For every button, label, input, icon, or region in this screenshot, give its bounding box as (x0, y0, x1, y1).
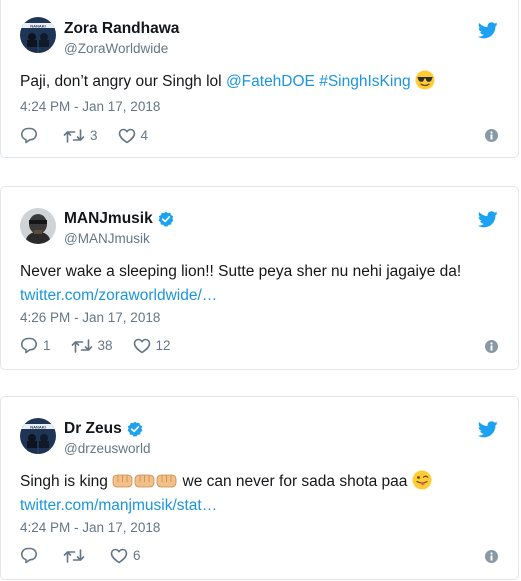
tweet-timestamp[interactable]: 4:24 PM - Jan 17, 2018 (20, 99, 160, 114)
tweet-timestamp[interactable]: 4:24 PM - Jan 17, 2018 (20, 520, 160, 535)
reply-icon (21, 337, 37, 354)
display-name-text[interactable]: Zora Randhawa (64, 20, 179, 38)
twitter-bird-icon[interactable] (478, 22, 498, 39)
twitter-bird-icon[interactable] (478, 421, 498, 438)
avatar[interactable]: NANAKI (20, 17, 56, 53)
reply-count: 1 (43, 338, 51, 353)
reply-button[interactable] (20, 127, 43, 144)
avatar[interactable]: NANAKI (20, 418, 56, 454)
verified-badge-icon (158, 211, 174, 227)
info-icon[interactable] (485, 129, 498, 142)
avatar[interactable] (20, 208, 56, 244)
tweet-link[interactable]: twitter.com/manjmusik/stat… (20, 494, 498, 518)
like-count: 12 (155, 338, 171, 353)
winking-tongue-emoji-icon (412, 470, 432, 490)
like-button[interactable]: 4 (118, 128, 149, 144)
tweet-text-line: Singh is king we can never for sada shot… (20, 470, 498, 494)
retweet-icon (71, 338, 92, 353)
tweet-text-after: we can never for sada shota paa (182, 473, 408, 490)
display-name[interactable]: MANJmusik (64, 210, 174, 228)
tweet-text: Never wake a sleeping lion!! Sutte peya … (20, 260, 498, 308)
retweet-button[interactable] (63, 548, 90, 564)
tweet-actions: 1 38 12 (20, 337, 191, 354)
tweet-text-body: Never wake a sleeping lion!! Sutte peya … (20, 263, 462, 280)
svg-text:NANAKI: NANAKI (30, 424, 46, 429)
twitter-bird-icon[interactable] (478, 211, 498, 228)
tweet-card[interactable]: NANAKI Dr Zeus @drzeusworld Singh is kin… (0, 396, 519, 580)
reply-icon (21, 547, 37, 564)
reply-button[interactable] (20, 547, 43, 564)
info-icon[interactable] (485, 550, 498, 563)
tweet-card[interactable]: MANJmusik @MANJmusik Never wake a sleepi… (0, 186, 519, 370)
reply-button[interactable]: 1 (20, 337, 51, 354)
reply-icon (21, 127, 37, 144)
like-count: 4 (140, 128, 149, 143)
like-count: 6 (133, 548, 141, 563)
user-handle[interactable]: @MANJmusik (64, 231, 150, 246)
user-handle[interactable]: @drzeusworld (64, 441, 150, 456)
tweet-text-body: Paji, don’t angry our Singh lol (20, 73, 226, 90)
display-name[interactable]: Zora Randhawa (64, 20, 179, 38)
sunglasses-emoji-icon (415, 70, 435, 90)
heart-icon (118, 128, 135, 143)
retweet-icon (63, 128, 85, 143)
like-button[interactable]: 12 (133, 338, 171, 354)
user-handle[interactable]: @ZoraWorldwide (64, 41, 168, 56)
tweet-text: Singh is king we can never for sada shot… (20, 470, 498, 518)
retweet-count: 38 (97, 338, 113, 353)
tweet-timestamp[interactable]: 4:26 PM - Jan 17, 2018 (20, 310, 160, 325)
tweet-card[interactable]: NANAKI Zora Randhawa @ZoraWorldwide Paji… (0, 0, 519, 158)
like-button[interactable]: 6 (110, 548, 141, 564)
svg-text:NANAKI: NANAKI (30, 23, 46, 28)
retweet-icon (63, 548, 85, 563)
tweet-text-before: Singh is king (20, 473, 108, 490)
heart-icon (110, 548, 128, 563)
display-name-text[interactable]: MANJmusik (64, 210, 153, 228)
oncoming-fist-emoji-icon (112, 474, 177, 488)
tweet-link[interactable]: twitter.com/zoraworldwide/… (20, 284, 498, 308)
info-icon[interactable] (485, 340, 498, 353)
tweet-text: Paji, don’t angry our Singh lol @FatehDO… (20, 70, 498, 94)
mention-link[interactable]: @FatehDOE (226, 73, 315, 90)
display-name[interactable]: Dr Zeus (64, 420, 143, 438)
retweet-button[interactable]: 3 (63, 128, 98, 144)
hashtag-link[interactable]: #SinghIsKing (319, 73, 410, 90)
tweet-actions: 3 4 (20, 127, 168, 144)
retweet-button[interactable]: 38 (71, 338, 113, 354)
tweet-actions: 6 (20, 547, 161, 564)
verified-badge-icon (127, 421, 143, 437)
heart-icon (133, 338, 150, 353)
display-name-text[interactable]: Dr Zeus (64, 420, 122, 438)
retweet-count: 3 (90, 128, 98, 143)
